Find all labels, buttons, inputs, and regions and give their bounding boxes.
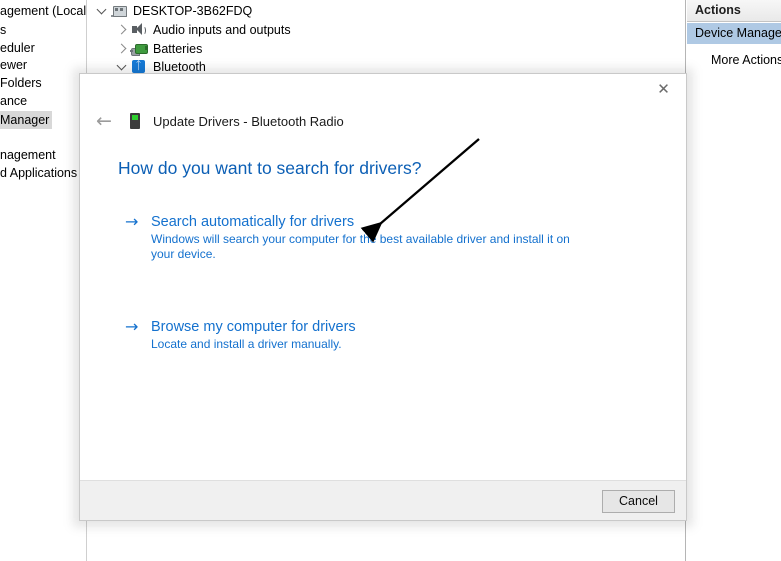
sidebar-item[interactable]: ewer [0,57,27,73]
chevron-down-icon[interactable] [94,3,110,19]
chevron-right-icon[interactable] [114,41,130,57]
speaker-icon [130,22,148,38]
tree-row[interactable]: Batteries [114,39,202,58]
sidebar-item-device-manager[interactable]: Manager [0,111,53,129]
screen-root: agement (Local s eduler ewer Folders anc… [0,0,781,561]
tree-row-label: Batteries [153,41,203,56]
dialog-footer: Cancel [80,480,686,520]
chevron-right-icon[interactable] [114,22,130,38]
option-title[interactable]: Browse my computer for drivers [151,317,356,337]
option-title[interactable]: Search automatically for drivers [151,212,354,232]
computer-icon [110,3,128,19]
arrow-right-icon: → [125,212,139,231]
option-description: Locate and install a driver manually. [151,337,342,351]
dialog-question: How do you want to search for drivers? [118,158,422,178]
sidebar-item[interactable]: nagement [0,147,56,163]
option-browse-my-computer[interactable]: → Browse my computer for drivers Locate … [125,317,356,352]
actions-pane-header: Actions [687,0,781,22]
sidebar-item[interactable]: eduler [0,40,35,56]
dialog-title: Update Drivers - Bluetooth Radio [153,113,344,129]
close-icon[interactable]: ✕ [641,74,686,104]
tree-row[interactable]: Audio inputs and outputs [114,20,291,39]
sidebar-item[interactable]: s [0,22,6,38]
sidebar-item[interactable]: agement (Local [0,3,86,19]
battery-icon [130,41,148,57]
actions-item-device-manager[interactable]: Device Manager [687,23,781,44]
arrow-right-icon: → [125,317,139,336]
actions-item-more-actions[interactable]: More Actions [687,51,781,69]
sidebar-item[interactable]: d Applications [0,165,77,181]
update-drivers-dialog: ✕ ← Update Drivers - Bluetooth Radio How… [79,73,687,521]
option-search-automatically[interactable]: → Search automatically for drivers Windo… [125,212,581,262]
sidebar-item[interactable]: Folders [0,75,42,91]
actions-pane: Actions Device Manager More Actions [687,0,781,561]
tree-row[interactable]: DESKTOP-3B62FDQ [94,1,252,20]
tree-row-label: DESKTOP-3B62FDQ [133,3,253,18]
sidebar-item[interactable]: ance [0,93,27,109]
tree-row-label: Audio inputs and outputs [153,22,291,37]
cancel-button[interactable]: Cancel [602,490,675,513]
option-description: Windows will search your computer for th… [151,232,570,261]
back-arrow-icon[interactable]: ← [90,107,118,135]
dialog-header: ← Update Drivers - Bluetooth Radio [80,104,686,138]
device-icon [127,111,143,131]
